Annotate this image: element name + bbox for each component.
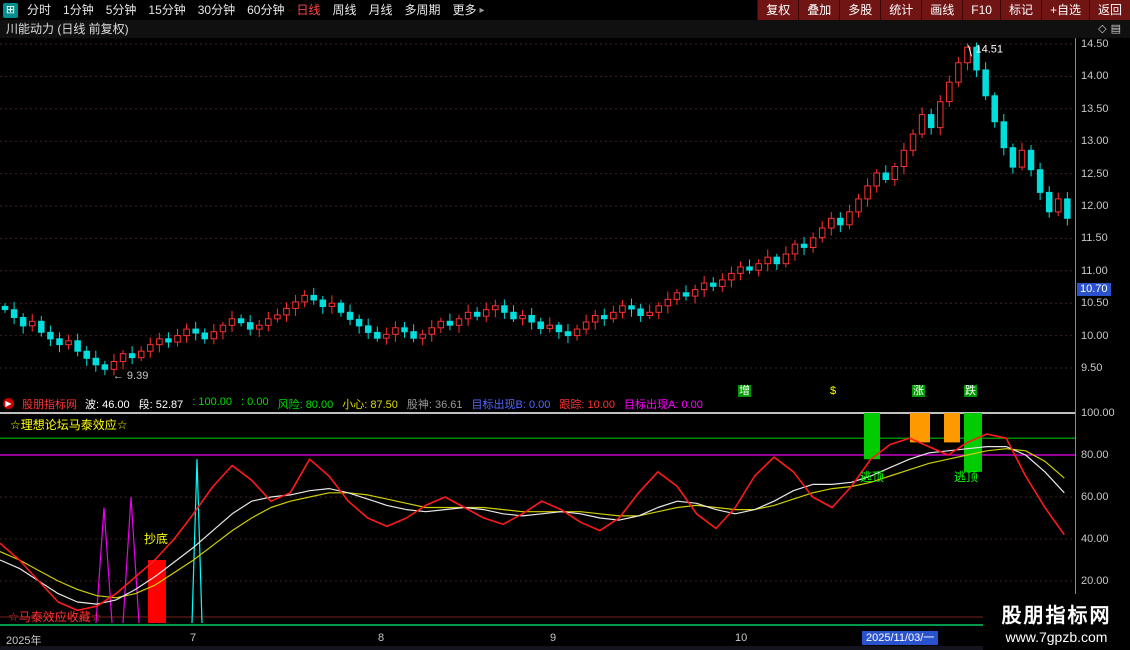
price-tick: 9.50 [1081, 362, 1102, 374]
menu-item-日线[interactable]: 日线 [290, 0, 326, 20]
date-badge: 2025/11/03/一 [862, 631, 938, 645]
menu-item-5分钟[interactable]: 5分钟 [100, 0, 143, 20]
indicator-field: : 100.00 [192, 396, 232, 411]
toolbar-button-F10[interactable]: F10 [962, 0, 1000, 20]
price-tick: 11.50 [1081, 232, 1108, 244]
price-tick: 13.00 [1081, 135, 1109, 147]
toolbar-button-画线[interactable]: 画线 [921, 0, 962, 20]
time-axis[interactable]: 2025/11/03/一 2025年78910 [0, 630, 1130, 646]
indicator-field: 波: 46.00 [85, 396, 130, 411]
candles-group [2, 43, 1070, 376]
indicator-tick: 100.00 [1081, 407, 1115, 419]
indicator-chart[interactable]: 抄底 逃顶 逃顶 ☆理想论坛马泰效应☆ ☆马泰效应收藏☆ [0, 411, 1075, 630]
indicator-annotation-bottom: ☆马泰效应收藏☆ [8, 608, 102, 625]
title-bar: 川能动力 (日线 前复权) ◇▤ [0, 20, 1130, 38]
price-tick: 13.50 [1081, 103, 1109, 115]
price-tick: 10.00 [1081, 330, 1109, 342]
stock-trading-app: ⊞ 分时1分钟5分钟15分钟30分钟60分钟日线周线月线多周期更多▸ 复权叠加多… [0, 0, 1130, 650]
low-price-label: ← 9.39 [113, 370, 148, 382]
sell-signal-bar [910, 413, 930, 442]
price-tick: 11.00 [1081, 265, 1108, 277]
watermark-url: www.7gpzb.com [983, 629, 1130, 645]
watermark-title: 股朋指标网 [983, 599, 1130, 628]
time-tick: 8 [378, 632, 384, 644]
indicator-field: 目标出现A: 0.00 [624, 396, 703, 411]
buy-label: 抄底 [144, 531, 168, 546]
menu-item-15分钟[interactable]: 15分钟 [142, 0, 191, 20]
time-tick: 9 [550, 632, 556, 644]
indicator-tick: 80.00 [1081, 449, 1109, 461]
brand-logo-icon: ▶ [3, 398, 14, 409]
site-watermark: 股朋指标网 www.7gpzb.com [983, 594, 1130, 650]
toolbar-button-标记[interactable]: 标记 [1000, 0, 1041, 20]
toolbar-menu: 复权叠加多股统计画线F10标记+自选返回 [757, 0, 1130, 20]
main-candle-chart[interactable]: ← 9.3914.51 增$涨跌 [0, 38, 1075, 396]
menu-item-月线[interactable]: 月线 [363, 0, 399, 20]
last-price-badge: 10.70 [1077, 283, 1111, 296]
time-tick: 10 [735, 632, 747, 644]
menu-item-更多[interactable]: 更多 [447, 0, 483, 20]
price-axis[interactable]: 10.70 14.50 14.00 13.50 13.00 12.50 12.00 11.5… [1075, 38, 1130, 630]
diamond-icon[interactable]: ◇ [1098, 23, 1110, 35]
indicator-field: 小心: 87.50 [342, 396, 398, 411]
indicator-annotation-top: ☆理想论坛马泰效应☆ [10, 416, 128, 433]
indicator-field: 段: 52.87 [139, 396, 184, 411]
price-tick: 14.50 [1081, 38, 1109, 50]
chevron-right-icon: ▸ [480, 5, 485, 16]
toolbar-button-叠加[interactable]: 叠加 [798, 0, 839, 20]
toolbar-button-+自选[interactable]: +自选 [1041, 0, 1089, 20]
toolbar-button-统计[interactable]: 统计 [880, 0, 921, 20]
buy-signal-bar [148, 560, 166, 623]
time-tick: 7 [190, 632, 196, 644]
indicator-field: 目标出现B: 0.00 [472, 396, 551, 411]
price-tick: 12.50 [1081, 168, 1109, 180]
candlestick-svg: ← 9.39 14.51 [0, 38, 1075, 396]
magenta-spike [123, 497, 139, 623]
indicator-field: 股神: 36.61 [407, 396, 463, 411]
indicator-tick: 60.00 [1081, 491, 1109, 503]
price-tick: 12.00 [1081, 200, 1109, 212]
bottom-status-bar [0, 646, 1130, 650]
indicator-header: ▶ 股朋指标网 波: 46.00 段: 52.87 : 100.00 : 0.00 风险… [0, 396, 1078, 411]
indicator-field: : 0.00 [241, 396, 269, 411]
price-tick: 10.50 [1081, 297, 1109, 309]
period-menu: 分时1分钟5分钟15分钟30分钟60分钟日线周线月线多周期更多▸ [21, 0, 485, 20]
high-price-label: 14.51 [975, 43, 1003, 55]
sell-signal-bar [864, 413, 880, 459]
indicator-svg: 抄底 逃顶 逃顶 [0, 411, 1075, 630]
brand-name: 股朋指标网 [22, 396, 77, 411]
indicator-tick: 20.00 [1081, 575, 1109, 587]
top-menu-bar: ⊞ 分时1分钟5分钟15分钟30分钟60分钟日线周线月线多周期更多▸ 复权叠加多… [0, 0, 1130, 20]
menu-item-1分钟[interactable]: 1分钟 [57, 0, 100, 20]
sell-label: 逃顶 [954, 470, 978, 484]
menu-item-周线[interactable]: 周线 [326, 0, 362, 20]
sell-label: 逃顶 [860, 470, 884, 484]
toolbar-button-复权[interactable]: 复权 [757, 0, 798, 20]
menu-item-分时[interactable]: 分时 [21, 0, 57, 20]
price-tick: 14.00 [1081, 70, 1109, 82]
menu-item-30分钟[interactable]: 30分钟 [192, 0, 241, 20]
indicator-field: 跟踪: 10.00 [559, 396, 615, 411]
toolbar-button-多股[interactable]: 多股 [839, 0, 880, 20]
indicator-values: 波: 46.00 段: 52.87 : 100.00 : 0.00 风险: 80.00 小… [85, 396, 703, 411]
chart-title: 川能动力 (日线 前复权) [6, 22, 129, 36]
menu-item-60分钟[interactable]: 60分钟 [241, 0, 290, 20]
panel-icon[interactable]: ▤ [1111, 23, 1125, 35]
sell-signal-bar [944, 413, 960, 442]
toolbar-button-返回[interactable]: 返回 [1089, 0, 1130, 20]
app-grid-icon[interactable]: ⊞ [3, 3, 18, 18]
indicator-tick: 40.00 [1081, 533, 1109, 545]
menu-item-多周期[interactable]: 多周期 [399, 0, 447, 20]
indicator-field: 风险: 80.00 [278, 396, 334, 411]
